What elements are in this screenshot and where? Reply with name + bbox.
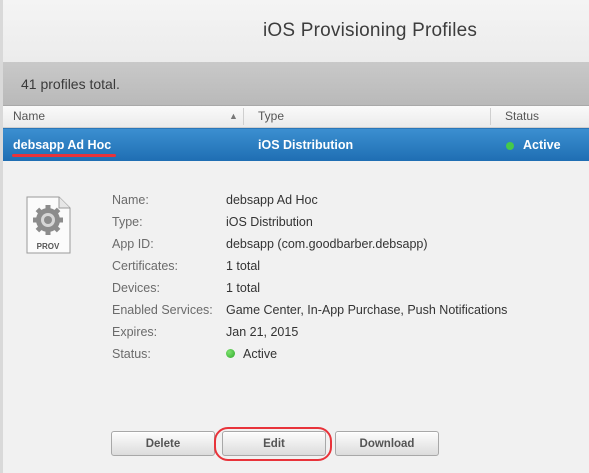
column-header-type[interactable]: Type <box>258 109 284 123</box>
field-value-certificates: 1 total <box>226 259 261 273</box>
field-label: Enabled Services: <box>112 303 213 317</box>
row-status: Active <box>523 138 561 152</box>
field-value-enabled-services: Game Center, In-App Purchase, Push Notif… <box>226 303 508 317</box>
column-divider[interactable] <box>490 108 491 125</box>
field-value-name: debsapp Ad Hoc <box>226 193 318 207</box>
profile-count: 41 profiles total. <box>21 76 120 92</box>
field-label: Name: <box>112 193 149 207</box>
row-name: debsapp Ad Hoc <box>13 138 112 152</box>
column-header-name[interactable]: Name <box>13 109 45 123</box>
page-title: iOS Provisioning Profiles <box>263 20 478 41</box>
status-active-icon <box>506 142 514 150</box>
column-header-status[interactable]: Status <box>505 109 539 123</box>
column-divider[interactable] <box>243 108 244 125</box>
sort-ascending-icon[interactable]: ▲ <box>229 111 238 121</box>
field-value-type: iOS Distribution <box>226 215 313 229</box>
table-row-selected[interactable]: debsapp Ad Hoc iOS Distribution Active <box>3 128 589 161</box>
annotation-highlight <box>214 427 332 461</box>
annotation-underline <box>12 154 116 157</box>
download-button[interactable]: Download <box>335 431 439 456</box>
field-label: Expires: <box>112 325 158 339</box>
row-type: iOS Distribution <box>258 138 354 152</box>
field-label: Devices: <box>112 281 160 295</box>
field-label: App ID: <box>112 237 154 251</box>
field-value-expires: Jan 21, 2015 <box>226 325 299 339</box>
status-active-icon <box>226 349 235 358</box>
field-label: Status: <box>112 347 151 361</box>
field-value-app-id: debsapp (com.goodbarber.debsapp) <box>226 237 428 251</box>
field-value-devices: 1 total <box>226 281 261 295</box>
field-label: Type: <box>112 215 143 229</box>
delete-button[interactable]: Delete <box>111 431 215 456</box>
column-header-row: Name ▲ Type Status <box>3 106 589 128</box>
provisioning-profile-icon: PROV <box>26 196 71 254</box>
summary-bar: 41 profiles total. <box>3 62 589 106</box>
field-value-status-wrap: Active <box>226 347 277 361</box>
icon-label: PROV <box>37 242 60 251</box>
page-header: iOS Provisioning Profiles <box>3 0 589 62</box>
field-value-status: Active <box>243 347 278 361</box>
field-label: Certificates: <box>112 259 178 273</box>
